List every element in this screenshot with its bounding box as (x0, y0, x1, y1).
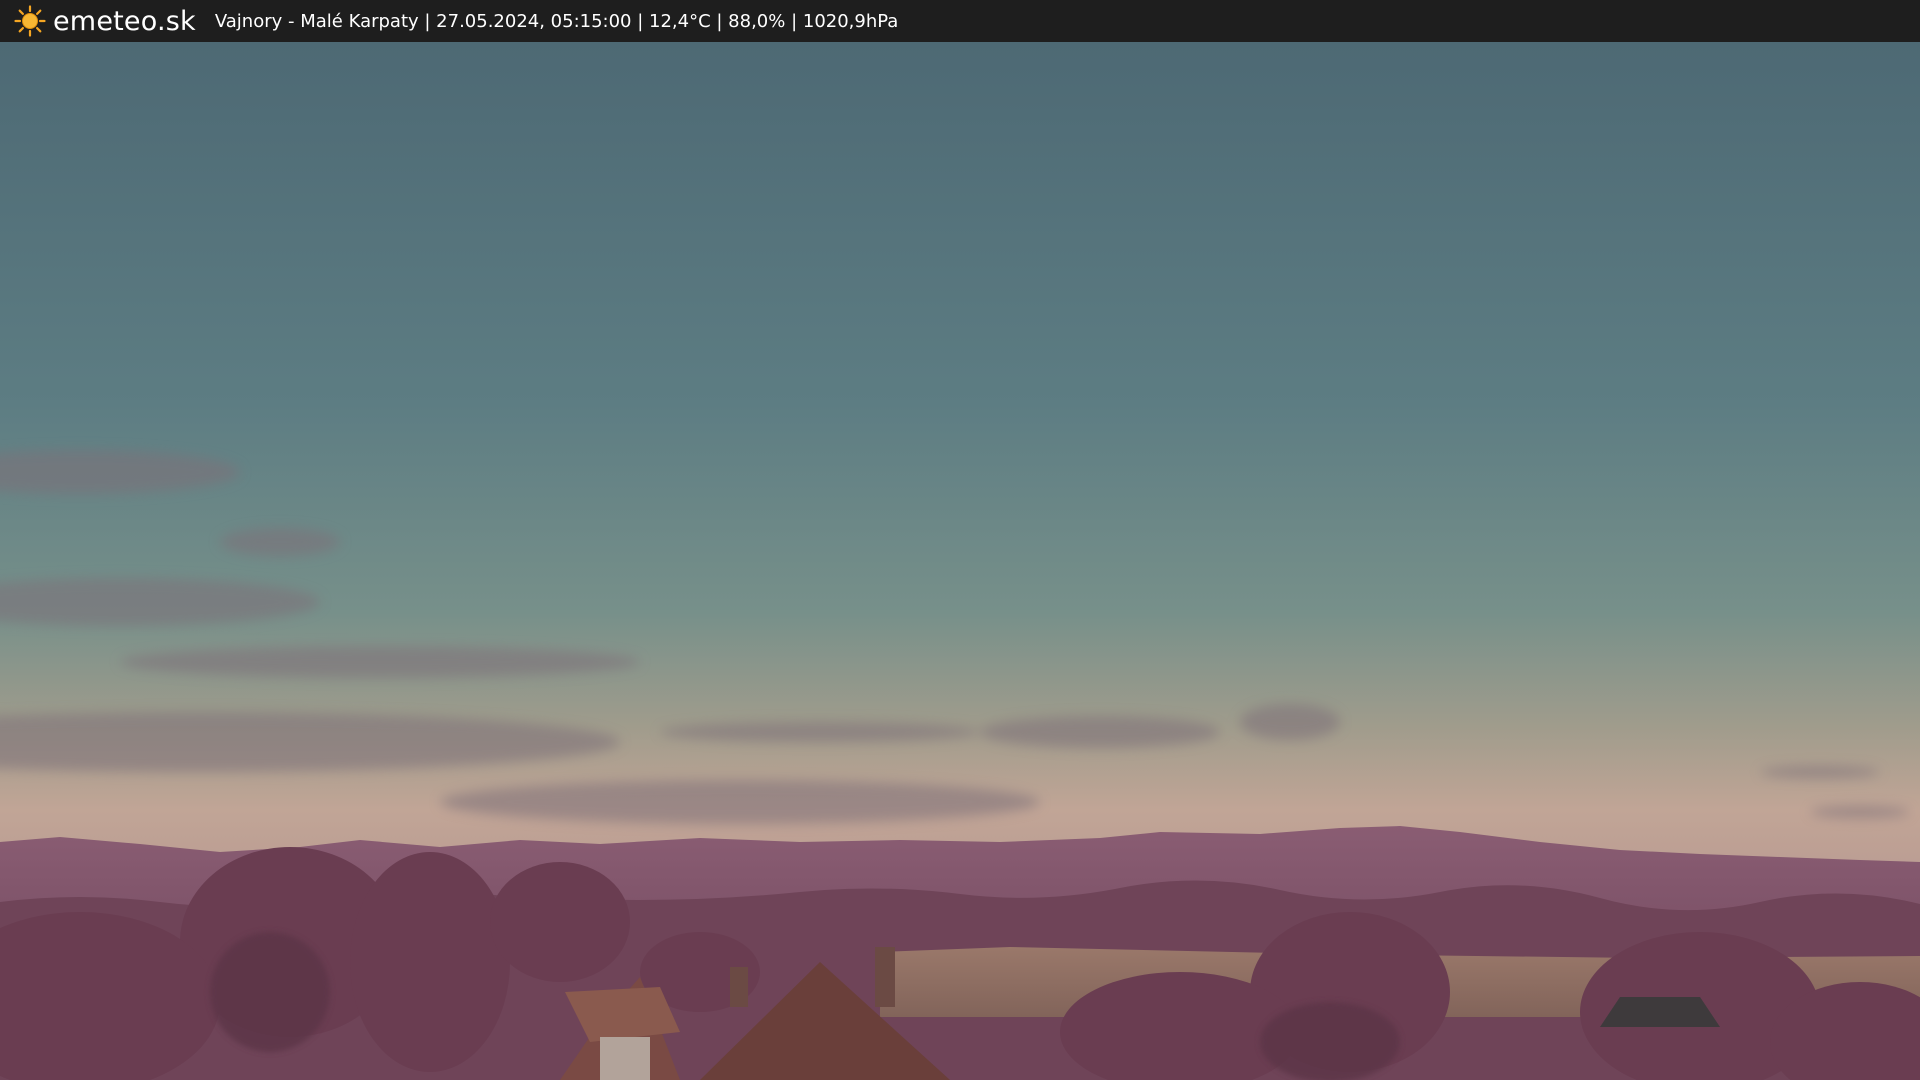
station-info-text: Vajnory - Malé Karpaty | 27.05.2024, 05:… (214, 10, 899, 32)
site-logo[interactable]: emeteo.sk (14, 5, 196, 37)
webcam-image (0, 42, 1920, 1080)
webcam-scene (0, 42, 1920, 1080)
webcam-page: emeteo.sk Vajnory - Malé Karpaty | 27.05… (0, 0, 1920, 1080)
sun-icon (14, 5, 46, 37)
site-name[interactable]: emeteo.sk (53, 6, 196, 37)
header-bar: emeteo.sk Vajnory - Malé Karpaty | 27.05… (0, 0, 1920, 42)
